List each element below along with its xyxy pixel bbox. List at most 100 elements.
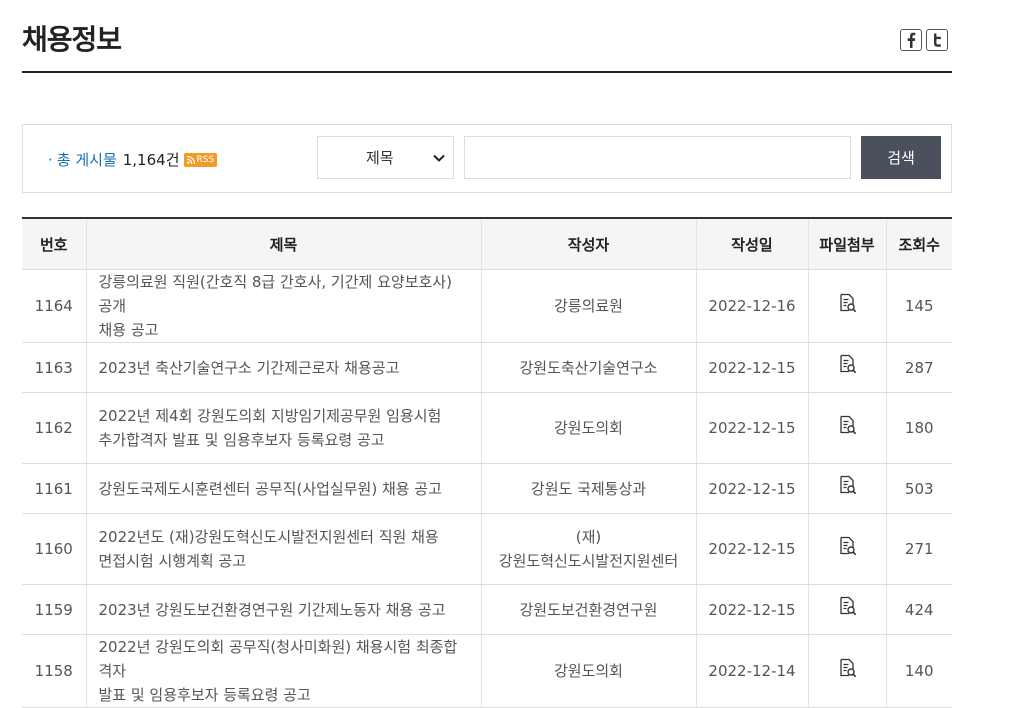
twitter-icon[interactable] [926, 29, 948, 51]
post-title-line: 2022년도 (재)강원도혁신도시발전지원센터 직원 채용 [98, 528, 439, 546]
post-title-line: 강릉의료원 직원(간호직 8급 간호사, 기간제 요양보호사) 공개 [98, 273, 452, 315]
post-views: 424 [886, 584, 952, 635]
post-title-line: 면접시험 시행계획 공고 [98, 552, 247, 570]
post-author: 강원도의회 [481, 634, 697, 708]
post-author: 강원도보건환경연구원 [481, 584, 697, 635]
board-search-bar: · 총 게시물 1,164건 RSS 제목 검색 [22, 124, 952, 193]
attachment-icon[interactable] [837, 596, 857, 623]
post-title-link[interactable]: 강원도국제도시훈련센터 공무직(사업실무원) 채용 공고 [86, 463, 482, 514]
post-number: 1161 [22, 463, 87, 514]
attachment-cell [808, 342, 887, 393]
author-line: 강릉의료원 [553, 297, 623, 315]
post-number: 1158 [22, 634, 87, 708]
post-date: 2022-12-15 [696, 392, 809, 464]
table-row: 1159 2023년 강원도보건환경연구원 기간제노동자 채용 공고 강원도보건… [22, 584, 952, 635]
attachment-icon[interactable] [837, 536, 857, 563]
sns-share [900, 29, 948, 51]
post-title-line: 2022년 제4회 강원도의회 지방임기제공무원 임용시험 [98, 407, 442, 425]
attachment-cell [808, 269, 887, 343]
chevron-down-icon [433, 154, 445, 162]
facebook-icon[interactable] [900, 29, 922, 51]
rss-button[interactable]: RSS [183, 152, 218, 167]
post-title-line: 강원도국제도시훈련센터 공무직(사업실무원) 채용 공고 [98, 479, 442, 498]
post-title-line: 2022년 강원도의회 공무직(청사미화원) 채용시험 최종합격자 [98, 638, 458, 680]
post-title-link[interactable]: 2023년 강원도보건환경연구원 기간제노동자 채용 공고 [86, 584, 482, 635]
job-board-table: 번호 제목 작성자 작성일 파일첨부 조회수 1164 강릉의료원 직원(간호직… [22, 217, 952, 708]
author-line: 강원도혁신도시발전지원센터 [498, 552, 679, 570]
header-author: 작성자 [481, 218, 697, 270]
post-number: 1160 [22, 513, 87, 585]
post-date: 2022-12-15 [696, 513, 809, 585]
table-row: 1164 강릉의료원 직원(간호직 8급 간호사, 기간제 요양보호사) 공개채… [22, 269, 952, 343]
header-title: 제목 [86, 218, 482, 270]
rss-label: RSS [196, 154, 215, 165]
attachment-icon[interactable] [837, 354, 857, 381]
attachment-icon[interactable] [837, 293, 857, 320]
post-title-link[interactable]: 2023년 축산기술연구소 기간제근로자 채용공고 [86, 342, 482, 393]
attachment-cell [808, 463, 887, 514]
post-views: 503 [886, 463, 952, 514]
post-date: 2022-12-16 [696, 269, 809, 343]
post-author: 강원도 국제통상과 [481, 463, 697, 514]
table-row: 1163 2023년 축산기술연구소 기간제근로자 채용공고 강원도축산기술연구… [22, 342, 952, 393]
total-label: 총 게시물 [56, 151, 117, 169]
header-number: 번호 [22, 218, 87, 270]
attachment-icon[interactable] [837, 415, 857, 442]
total-count: 1,164건 [122, 151, 180, 169]
table-header-row: 번호 제목 작성자 작성일 파일첨부 조회수 [22, 218, 952, 270]
post-views: 271 [886, 513, 952, 585]
attachment-cell [808, 513, 887, 585]
author-line: 강원도의회 [553, 419, 623, 437]
post-title-link[interactable]: 2022년도 (재)강원도혁신도시발전지원센터 직원 채용면접시험 시행계획 공… [86, 513, 482, 585]
post-views: 180 [886, 392, 952, 464]
post-title-link[interactable]: 2022년 제4회 강원도의회 지방임기제공무원 임용시험추가합격자 발표 및 … [86, 392, 482, 464]
post-author: 강원도의회 [481, 392, 697, 464]
post-number: 1163 [22, 342, 87, 393]
table-row: 1161 강원도국제도시훈련센터 공무직(사업실무원) 채용 공고 강원도 국제… [22, 463, 952, 514]
post-views: 140 [886, 634, 952, 708]
search-button[interactable]: 검색 [861, 136, 941, 179]
post-author: 강원도축산기술연구소 [481, 342, 697, 393]
header-attachment: 파일첨부 [808, 218, 887, 270]
table-row: 1158 2022년 강원도의회 공무직(청사미화원) 채용시험 최종합격자발표… [22, 634, 952, 708]
attachment-icon[interactable] [837, 475, 857, 502]
search-field-select[interactable]: 제목 [317, 136, 454, 179]
post-views: 145 [886, 269, 952, 343]
rss-icon [186, 155, 195, 164]
header-date: 작성일 [696, 218, 809, 270]
post-title-line: 2023년 강원도보건환경연구원 기간제노동자 채용 공고 [98, 600, 446, 619]
attachment-cell [808, 584, 887, 635]
search-field-value: 제목 [366, 149, 394, 167]
post-title-line: 채용 공고 [98, 321, 159, 339]
attachment-cell [808, 634, 887, 708]
post-title-line: 발표 및 임용후보자 등록요령 공고 [98, 686, 311, 704]
page-title: 채용정보 [22, 23, 122, 56]
post-date: 2022-12-15 [696, 463, 809, 514]
attachment-cell [808, 392, 887, 464]
post-author: 강릉의료원 [481, 269, 697, 343]
post-views: 287 [886, 342, 952, 393]
table-row: 1162 2022년 제4회 강원도의회 지방임기제공무원 임용시험추가합격자 … [22, 392, 952, 464]
author-line: 강원도보건환경연구원 [519, 600, 658, 619]
post-date: 2022-12-15 [696, 584, 809, 635]
post-date: 2022-12-15 [696, 342, 809, 393]
author-line: (재) [575, 528, 602, 546]
post-title-line: 추가합격자 발표 및 임용후보자 등록요령 공고 [98, 431, 385, 449]
author-line: 강원도 국제통상과 [530, 479, 647, 498]
table-row: 1160 2022년도 (재)강원도혁신도시발전지원센터 직원 채용면접시험 시… [22, 513, 952, 585]
title-divider [22, 71, 952, 73]
total-posts: · 총 게시물 1,164건 RSS [48, 149, 218, 170]
post-title-link[interactable]: 2022년 강원도의회 공무직(청사미화원) 채용시험 최종합격자발표 및 임용… [86, 634, 482, 708]
post-author: (재) 강원도혁신도시발전지원센터 [481, 513, 697, 585]
search-input[interactable] [464, 136, 851, 179]
author-line: 강원도의회 [553, 662, 623, 680]
post-number: 1159 [22, 584, 87, 635]
bullet-dot: · [48, 150, 53, 169]
post-title-line: 2023년 축산기술연구소 기간제근로자 채용공고 [98, 358, 400, 377]
post-number: 1164 [22, 269, 87, 343]
post-number: 1162 [22, 392, 87, 464]
header-views: 조회수 [886, 218, 952, 270]
post-date: 2022-12-14 [696, 634, 809, 708]
attachment-icon[interactable] [837, 658, 857, 685]
post-title-link[interactable]: 강릉의료원 직원(간호직 8급 간호사, 기간제 요양보호사) 공개채용 공고 [86, 269, 482, 343]
